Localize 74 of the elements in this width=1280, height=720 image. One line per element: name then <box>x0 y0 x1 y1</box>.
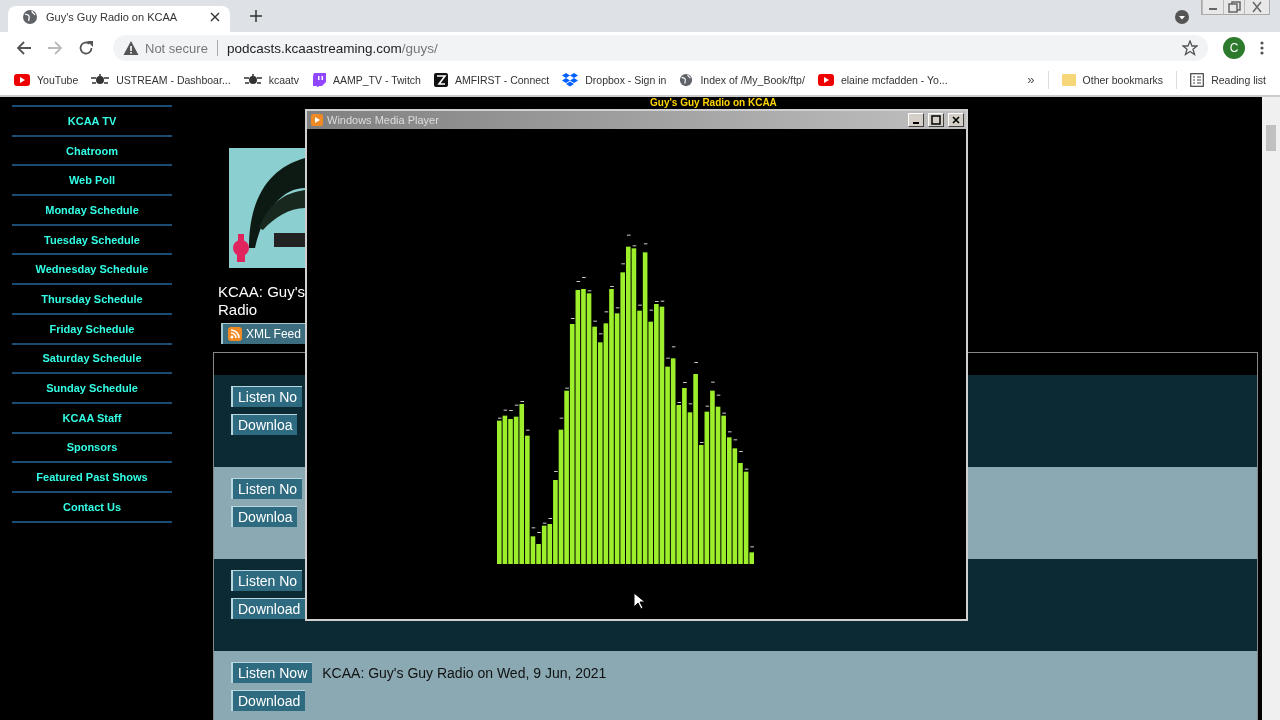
maximize-button[interactable] <box>928 113 944 127</box>
download-button[interactable]: Download <box>231 598 306 619</box>
sidebar-link[interactable]: Friday Schedule <box>12 314 172 345</box>
sidebar-link[interactable]: Featured Past Shows <box>12 463 172 493</box>
sidebar-link[interactable]: Contact Us <box>12 492 172 523</box>
box-logo-icon <box>562 72 579 87</box>
player-logo-icon <box>311 114 323 126</box>
menu-icon[interactable] <box>1260 41 1264 55</box>
warning-icon <box>123 40 139 56</box>
close-icon[interactable] <box>210 12 220 22</box>
bookmark[interactable]: YouTube <box>14 73 79 86</box>
globe-icon <box>22 9 38 25</box>
bookmark[interactable]: kcaatv <box>243 73 299 86</box>
episode-title: KCAA: Guy's Guy Radio on Wed, 9 Jun, 2021 <box>322 664 607 681</box>
listen-now-button[interactable]: Listen No <box>231 478 303 499</box>
play-logo-icon <box>14 73 30 86</box>
podcast-title: Radio <box>218 301 259 319</box>
bookmark[interactable]: AMFIRST - Connect <box>433 72 550 87</box>
minimize-button[interactable] <box>908 113 924 127</box>
folder-icon <box>1061 72 1076 87</box>
sidebar-link[interactable]: KCAA Staff <box>12 403 172 434</box>
download-button[interactable]: Downloa <box>231 506 298 527</box>
browser-tab[interactable]: Guy's Guy Radio on KCAA <box>8 6 230 32</box>
listen-now-button[interactable]: Listen Now <box>231 662 313 683</box>
dropdown-icon[interactable] <box>1175 10 1189 24</box>
listen-now-button[interactable]: Listen No <box>231 386 303 407</box>
bookmark[interactable]: Index of /My_Book/ftp/ <box>679 72 805 87</box>
security-label: Not secure <box>145 40 208 56</box>
sidebar-link[interactable]: Saturday Schedule <box>12 344 172 375</box>
sidebar-link[interactable]: Web Poll <box>12 166 172 197</box>
maximize-icon <box>931 115 941 125</box>
url-text: podcasts.kcaastreaming.com/guys/ <box>226 40 438 56</box>
close-icon <box>951 115 961 125</box>
scrollbar[interactable] <box>1262 97 1280 720</box>
globe-icon <box>679 72 694 87</box>
sidebar-link[interactable]: Sunday Schedule <box>12 374 172 404</box>
listen-now-button[interactable]: Listen No <box>231 570 303 591</box>
bookmark-folder[interactable]: Other bookmarks <box>1061 72 1164 87</box>
sidebar-link[interactable]: Sponsors <box>12 433 172 464</box>
play-logo-icon <box>817 73 834 86</box>
square-logo-icon <box>433 72 448 87</box>
new-tab-icon[interactable] <box>250 10 262 22</box>
cursor-icon <box>633 592 645 610</box>
profile-avatar[interactable]: C <box>1223 37 1245 59</box>
star-icon[interactable] <box>1182 40 1198 56</box>
more-bookmarks-button[interactable]: » <box>1027 72 1035 87</box>
page-heading: Guy's Guy Radio on KCAA <box>650 97 778 108</box>
back-icon[interactable] <box>16 40 32 56</box>
minimize-icon <box>913 122 919 124</box>
sidebar-link[interactable]: Wednesday Schedule <box>12 255 172 286</box>
list-icon <box>1190 72 1205 87</box>
address-field[interactable]: Not secure podcasts.kcaastreaming.com/guys/ <box>113 35 1208 61</box>
feed-button[interactable]: XML Feed <box>221 323 306 344</box>
reload-icon[interactable] <box>78 40 94 56</box>
download-button[interactable]: Downloa <box>231 414 298 435</box>
podcast-title: KCAA: Guy's <box>218 283 306 301</box>
bug-icon <box>91 73 110 86</box>
sidebar-link[interactable]: KCAA TV <box>12 105 172 137</box>
rss-icon <box>228 327 242 341</box>
sidebar-link[interactable]: Thursday Schedule <box>12 285 172 315</box>
sidebar-link[interactable]: Chatroom <box>12 136 172 167</box>
restore-icon[interactable] <box>1223 0 1244 14</box>
chat-logo-icon <box>312 72 326 87</box>
download-button[interactable]: Download <box>231 690 306 711</box>
reading-list-button[interactable]: Reading list <box>1190 72 1266 87</box>
sidebar-link[interactable]: Tuesday Schedule <box>12 225 172 256</box>
bookmark[interactable]: AAMP_TV - Twitch <box>312 72 421 87</box>
bug-icon <box>243 73 262 86</box>
close-button[interactable] <box>948 113 964 127</box>
bookmark[interactable]: elaine mcfadden - Yo... <box>817 73 948 86</box>
bookmark[interactable]: USTREAM - Dashboar... <box>91 73 231 86</box>
sidebar-link[interactable]: Monday Schedule <box>12 196 172 226</box>
window-title: Windows Media Player <box>327 114 439 126</box>
bookmark[interactable]: Dropbox - Sign in <box>562 72 667 87</box>
